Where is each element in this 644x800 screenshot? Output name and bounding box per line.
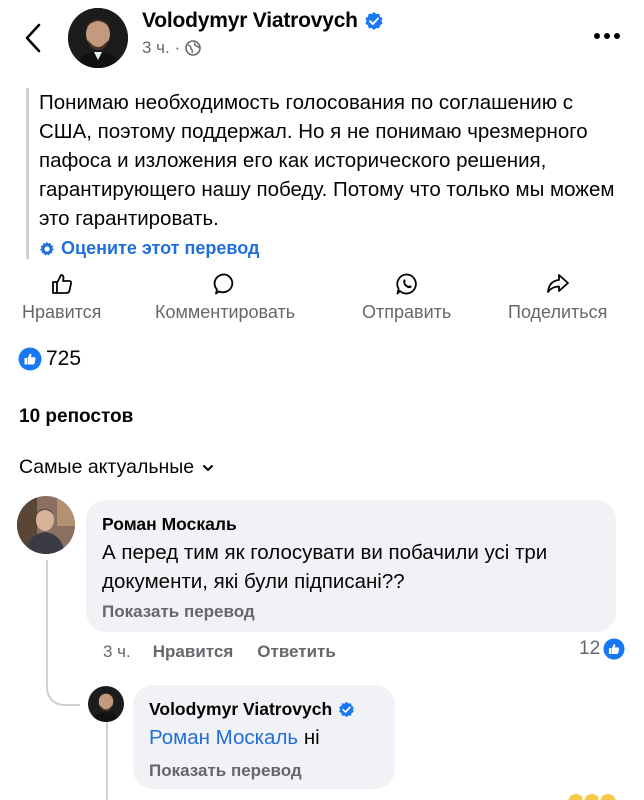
thread-line	[46, 560, 48, 690]
post-time[interactable]: 3 ч. ·	[142, 38, 180, 58]
more-dots-icon	[594, 33, 600, 39]
comment-button[interactable]: Комментировать	[155, 272, 295, 323]
like-reaction-icon	[18, 347, 42, 371]
post-meta: 3 ч. ·	[142, 38, 201, 58]
globe-icon	[185, 40, 201, 56]
comment-label: Комментировать	[155, 302, 296, 322]
reply-text-line: Роман Москаль ні	[149, 723, 320, 752]
author-name[interactable]: Volodymyr Viatrovych	[142, 9, 358, 33]
reply-text: ні	[303, 726, 320, 749]
reply-thread-line	[106, 722, 108, 800]
reply-author[interactable]: Volodymyr Viatrovych	[149, 699, 332, 720]
reply-reactions-preview[interactable]	[566, 792, 618, 800]
author-avatar[interactable]	[68, 8, 128, 68]
reply-author-avatar[interactable]	[88, 686, 124, 722]
chevron-left-icon	[25, 23, 41, 53]
like-reaction-icon	[603, 638, 625, 660]
reactions-summary[interactable]: 725	[18, 347, 81, 371]
post-actions-bar: Нравится Комментировать Отправить Подели…	[0, 272, 644, 328]
thumbs-up-icon	[51, 274, 72, 294]
comment-bubble: Роман Москаль А перед тим як голосувати …	[86, 500, 616, 632]
comment-meta: 3 ч. Нравится Ответить	[103, 642, 336, 662]
like-label: Нравится	[22, 302, 102, 322]
comments-sort-dropdown[interactable]: Самые актуальные	[19, 456, 214, 479]
comment-reply-button[interactable]: Ответить	[257, 642, 336, 662]
verified-badge-icon	[365, 12, 383, 30]
post-body: Понимаю необходимость голосования по сог…	[26, 88, 626, 259]
share-label: Поделиться	[508, 302, 608, 322]
comment-likes-count: 12	[579, 638, 601, 659]
reposts-count[interactable]: 10 репостов	[19, 406, 133, 428]
comment-author[interactable]: Роман Москаль	[102, 514, 237, 535]
send-label: Отправить	[362, 302, 452, 322]
commenter-avatar[interactable]	[17, 496, 75, 554]
comment-like-button[interactable]: Нравится	[153, 642, 234, 662]
comment-time: 3 ч.	[103, 642, 131, 661]
post-text: Понимаю необходимость голосования по сог…	[39, 91, 615, 230]
reactions-count: 725	[46, 347, 82, 370]
author-line: Volodymyr Viatrovych	[142, 9, 384, 33]
reply-author-line: Volodymyr Viatrovych	[149, 699, 355, 720]
comment-bubble-icon	[213, 273, 234, 295]
chevron-down-icon	[203, 464, 214, 471]
like-button[interactable]: Нравится	[22, 272, 101, 323]
gear-icon	[40, 241, 54, 255]
thread-connector	[46, 672, 80, 706]
rate-translation-label: Оцените этот перевод	[61, 238, 260, 258]
post-header: Volodymyr Viatrovych 3 ч. ·	[0, 0, 644, 76]
whatsapp-icon	[396, 273, 417, 295]
sort-label: Самые актуальные	[19, 456, 195, 478]
reply-show-translation[interactable]: Показать перевод	[149, 761, 302, 781]
back-button[interactable]	[18, 20, 48, 56]
reply-bubble: Volodymyr Viatrovych Роман Москаль ні По…	[133, 685, 395, 789]
share-arrow-icon	[546, 274, 569, 293]
verified-badge-icon	[339, 701, 354, 718]
rate-translation-link[interactable]: Оцените этот перевод	[39, 238, 626, 259]
more-options-button[interactable]	[588, 18, 626, 54]
sad-reaction-icon	[598, 792, 618, 800]
comment-likes[interactable]: 12	[579, 638, 625, 660]
send-button[interactable]: Отправить	[362, 272, 451, 323]
comment-text: А перед тим як голосувати ви побачили ус…	[102, 541, 548, 593]
comment-show-translation[interactable]: Показать перевод	[102, 602, 255, 622]
reply-mention[interactable]: Роман Москаль	[149, 726, 298, 749]
share-button[interactable]: Поделиться	[508, 272, 607, 323]
